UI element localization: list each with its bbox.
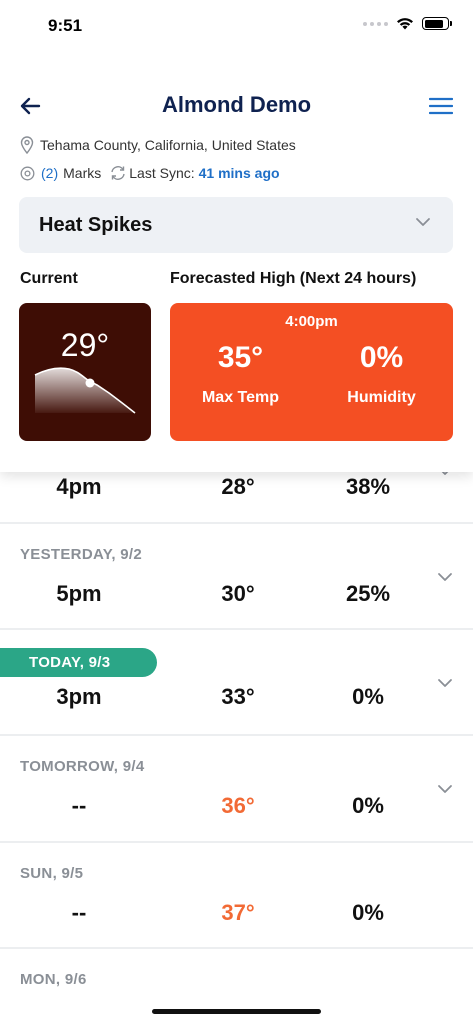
row-date: MON, 9/6 (20, 971, 87, 988)
metric-dropdown[interactable]: Heat Spikes (19, 197, 453, 253)
humidity-value: 0% (359, 341, 404, 374)
row-date: SUN, 9/5 (20, 865, 84, 882)
dropdown-selected-value: Heat Spikes (39, 213, 153, 236)
hamburger-menu-icon (429, 97, 453, 115)
status-icons (363, 17, 452, 30)
chevron-down-icon[interactable] (437, 784, 453, 794)
row-time: 3pm (56, 684, 102, 709)
target-icon (20, 166, 35, 181)
row-time: 5pm (56, 581, 102, 606)
forecast-label: Forecasted High (Next 24 hours) (170, 270, 417, 287)
chevron-down-icon[interactable] (437, 572, 453, 582)
row-humidity: 38% (345, 474, 391, 499)
history-list: 4pm 28° 38% YESTERDAY, 9/2 5pm 30° 25% T… (0, 467, 473, 1024)
sync-icon[interactable] (109, 165, 127, 181)
chevron-down-icon (416, 218, 430, 226)
list-item[interactable]: SUN, 9/5 -- 37° 0% (0, 843, 473, 949)
status-time: 9:51 (48, 16, 83, 35)
list-item[interactable]: TOMORROW, 9/4 -- 36° 0% (0, 736, 473, 843)
row-temp: 33° (221, 684, 255, 709)
page-title: Almond Demo (161, 92, 312, 117)
header: Almond Demo Tehama County, California, U… (0, 0, 473, 472)
row-temp: 30° (221, 581, 255, 606)
current-temp-value: 29° (60, 327, 110, 363)
location-pin-icon (20, 136, 34, 154)
current-label: Current (20, 270, 78, 287)
row-date: YESTERDAY, 9/2 (20, 546, 143, 563)
forecast-time: 4:00pm (285, 313, 338, 330)
marks-label: Marks (63, 165, 102, 181)
sync-time: 41 mins ago (198, 165, 280, 181)
list-item[interactable]: TODAY, 9/3 3pm 33° 0% (0, 630, 473, 736)
row-temp: 28° (221, 474, 255, 499)
row-humidity: 25% (345, 581, 391, 606)
max-temp-block: 35° Max Temp (170, 341, 311, 407)
marks-count-link[interactable]: (2) (41, 165, 58, 181)
max-temp-label: Max Temp (201, 389, 280, 406)
current-temp-card[interactable]: 29° (19, 303, 151, 441)
row-time: -- (71, 900, 87, 925)
today-badge: TODAY, 9/3 (0, 648, 157, 677)
row-temp: 36° (221, 793, 255, 818)
row-date: TOMORROW, 9/4 (20, 758, 145, 775)
marks-row: (2) Marks Last Sync: 41 mins ago (20, 165, 280, 181)
location-text: Tehama County, California, United States (40, 137, 296, 153)
row-temp: 37° (221, 900, 255, 925)
menu-button[interactable] (425, 90, 457, 122)
row-time: 4pm (56, 474, 102, 499)
current-trend-graph (34, 367, 136, 414)
wifi-icon (397, 18, 413, 30)
chevron-down-icon[interactable] (437, 678, 453, 688)
sync-label: Last Sync: (129, 165, 195, 181)
list-item[interactable]: 4pm 28° 38% (0, 467, 473, 524)
row-humidity: 0% (352, 684, 384, 709)
status-bar: 9:51 (0, 0, 473, 50)
nav-bar: Almond Demo (0, 84, 473, 130)
battery-icon (422, 17, 452, 30)
max-temp-value: 35° (217, 341, 264, 374)
home-indicator (152, 1009, 321, 1014)
row-humidity: 0% (352, 900, 384, 925)
signal-icon (363, 21, 388, 26)
location-row: Tehama County, California, United States (20, 136, 296, 154)
row-time: -- (71, 793, 87, 818)
forecast-card[interactable]: 4:00pm 35° Max Temp 0% Humidity (170, 303, 453, 441)
list-item[interactable]: YESTERDAY, 9/2 5pm 30° 25% (0, 524, 473, 630)
row-humidity: 0% (352, 793, 384, 818)
humidity-label: Humidity (347, 389, 416, 406)
humidity-block: 0% Humidity (311, 341, 452, 407)
